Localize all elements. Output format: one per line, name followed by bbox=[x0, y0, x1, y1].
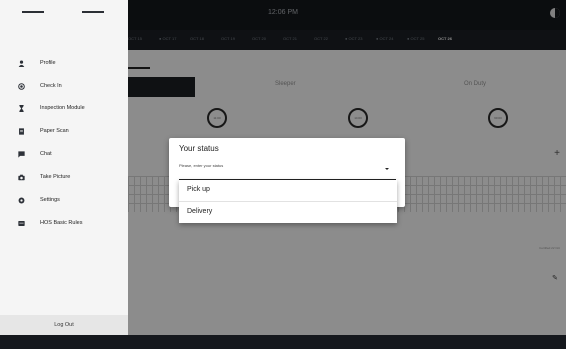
drawer-item-label: Take Picture bbox=[40, 174, 71, 180]
option-delivery[interactable]: Delivery bbox=[179, 202, 397, 223]
drawer-item-label: Check In bbox=[40, 83, 62, 89]
drawer-item-label: HOS Basic Rules bbox=[40, 220, 83, 226]
dialog-title: Your status bbox=[179, 144, 219, 153]
app-screen: 12:06 PM OCT 15 ● OCT 17 OCT 18 OCT 19 OCT 2… bbox=[0, 0, 566, 349]
drawer-item-hos-rules[interactable]: HOS Basic Rules bbox=[0, 214, 128, 234]
location-icon bbox=[18, 83, 25, 90]
camera-icon bbox=[18, 174, 25, 181]
option-label: Pick up bbox=[187, 186, 210, 193]
option-pick-up[interactable]: Pick up bbox=[179, 180, 397, 201]
drawer-item-profile[interactable]: Profile bbox=[0, 54, 128, 74]
person-icon bbox=[18, 60, 25, 67]
drawer-item-label: Profile bbox=[40, 60, 56, 66]
drawer-item-inspection[interactable]: Inspection Module bbox=[0, 99, 128, 119]
logout-label: Log Out bbox=[54, 322, 74, 328]
drawer-item-take-picture[interactable]: Take Picture bbox=[0, 168, 128, 188]
navigation-drawer: Profile Check In Inspection Module Paper… bbox=[0, 0, 128, 335]
drawer-item-label: Inspection Module bbox=[40, 105, 85, 111]
status-options-menu: Pick up Delivery bbox=[179, 180, 397, 223]
drawer-item-label: Chat bbox=[40, 151, 52, 157]
drawer-item-label: Paper Scan bbox=[40, 128, 69, 134]
status-field-label: Please, enter your status bbox=[179, 163, 224, 168]
chevron-down-icon[interactable] bbox=[385, 168, 389, 170]
logout-button[interactable]: Log Out bbox=[0, 315, 128, 335]
drawer-item-settings[interactable]: Settings bbox=[0, 191, 128, 211]
hourglass-icon bbox=[18, 105, 25, 112]
drawer-item-paper-scan[interactable]: Paper Scan bbox=[0, 122, 128, 142]
option-label: Delivery bbox=[187, 208, 213, 215]
drawer-item-check-in[interactable]: Check In bbox=[0, 77, 128, 97]
gear-icon bbox=[18, 197, 25, 204]
drawer-item-label: Settings bbox=[40, 197, 60, 203]
card-icon bbox=[18, 220, 25, 227]
drawer-item-chat[interactable]: Chat bbox=[0, 145, 128, 165]
bottom-bar bbox=[0, 335, 566, 349]
chat-icon bbox=[18, 151, 25, 158]
document-icon bbox=[18, 128, 25, 135]
drawer-header bbox=[0, 0, 128, 50]
